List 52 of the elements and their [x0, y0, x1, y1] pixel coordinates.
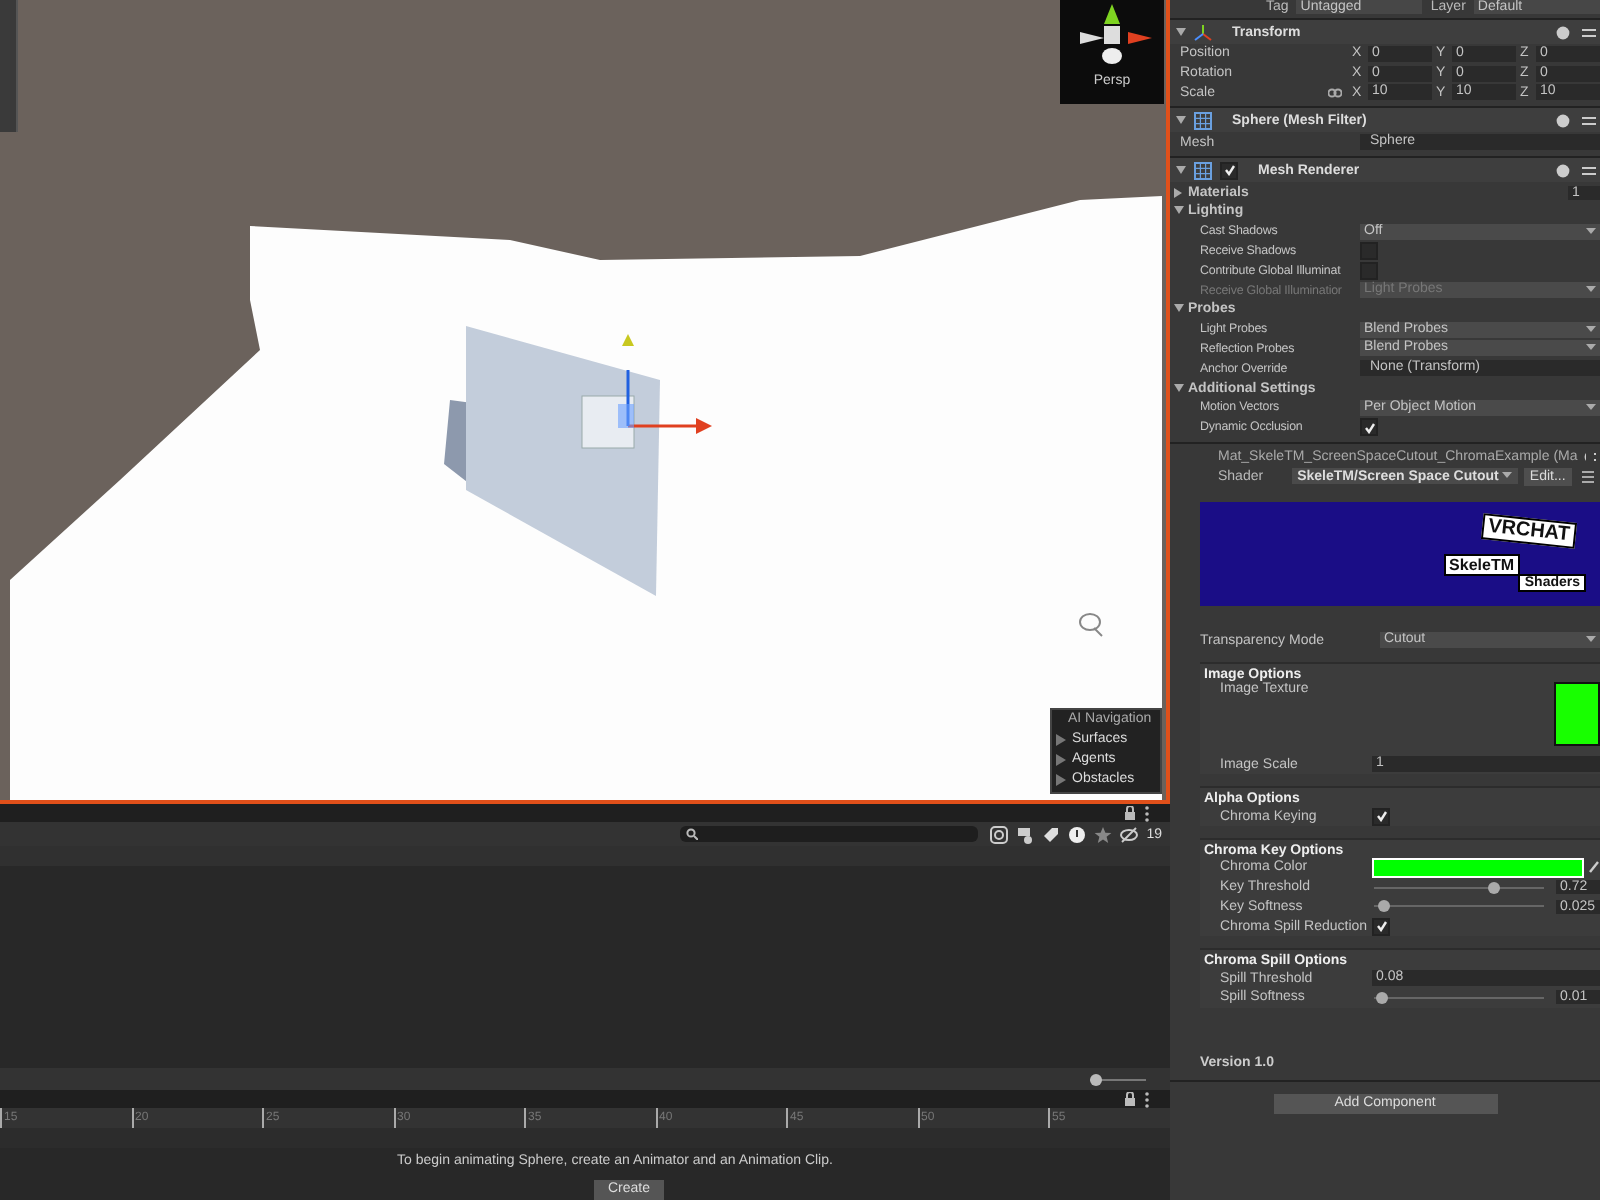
foldout-arrow-icon[interactable] — [1176, 27, 1186, 37]
hidden-eye-icon[interactable] — [1120, 825, 1139, 843]
zoom-slider-track[interactable] — [1090, 1073, 1146, 1085]
sliders-icon[interactable] — [1582, 25, 1596, 39]
info-icon[interactable] — [1068, 825, 1087, 843]
color-swatch[interactable] — [1372, 857, 1584, 878]
help-icon[interactable] — [1556, 25, 1570, 39]
banner-text: SkeleTM — [1443, 553, 1520, 576]
foldout-arrow-icon[interactable] — [1174, 383, 1184, 394]
kebab-menu-icon[interactable] — [1144, 805, 1150, 821]
eyedropper-icon[interactable] — [1588, 860, 1600, 875]
link-icon[interactable] — [1328, 87, 1342, 98]
star-icon[interactable] — [1094, 825, 1113, 843]
slider-thumb[interactable] — [1375, 991, 1388, 1004]
slider-thumb[interactable] — [1487, 881, 1500, 894]
axes-icon — [1194, 23, 1212, 41]
caret-icon — [1586, 636, 1596, 645]
search-field[interactable] — [680, 826, 979, 842]
checkbox[interactable] — [1360, 418, 1378, 437]
search-history-icon[interactable] — [990, 825, 1009, 843]
caret-icon — [1586, 227, 1596, 236]
lock-icon[interactable] — [1124, 806, 1136, 820]
help-icon[interactable] — [1556, 113, 1570, 128]
checkbox[interactable] — [1360, 261, 1378, 280]
foldout-arrow-icon[interactable] — [1176, 165, 1186, 176]
grid-icon — [1194, 111, 1212, 130]
slider-track[interactable] — [1374, 900, 1544, 913]
foldout-arrow-icon[interactable] — [1176, 115, 1186, 126]
sliders-icon[interactable] — [1582, 163, 1596, 178]
foldout-arrow-icon[interactable] — [1174, 304, 1184, 315]
foldout-arrow-icon[interactable] — [1174, 187, 1184, 198]
search-icon — [686, 828, 699, 840]
move-gizmo-drawing — [581, 334, 712, 449]
slider-thumb[interactable] — [1090, 1073, 1102, 1085]
caret-icon — [1501, 472, 1512, 481]
banner-text: VRCHAT — [1481, 512, 1578, 548]
help-icon[interactable] — [1556, 163, 1570, 178]
kebab-menu-icon[interactable] — [1144, 1091, 1150, 1107]
enabled-checkbox[interactable] — [1220, 161, 1238, 180]
lock-icon[interactable] — [1124, 1092, 1136, 1106]
texture-thumbnail[interactable] — [1554, 682, 1600, 747]
slider-thumb[interactable] — [1377, 900, 1390, 913]
list-menu-icon[interactable] — [1577, 469, 1600, 484]
checkbox[interactable] — [1360, 241, 1378, 260]
checkbox[interactable] — [1372, 807, 1390, 826]
checkbox[interactable] — [1372, 917, 1390, 936]
sliders-icon[interactable] — [1582, 113, 1596, 128]
caret-icon — [1586, 403, 1596, 412]
grid-icon — [1194, 161, 1212, 180]
slider-track[interactable] — [1374, 991, 1544, 1004]
caret-icon — [1586, 286, 1596, 295]
foldout-arrow-icon[interactable] — [1174, 206, 1184, 217]
